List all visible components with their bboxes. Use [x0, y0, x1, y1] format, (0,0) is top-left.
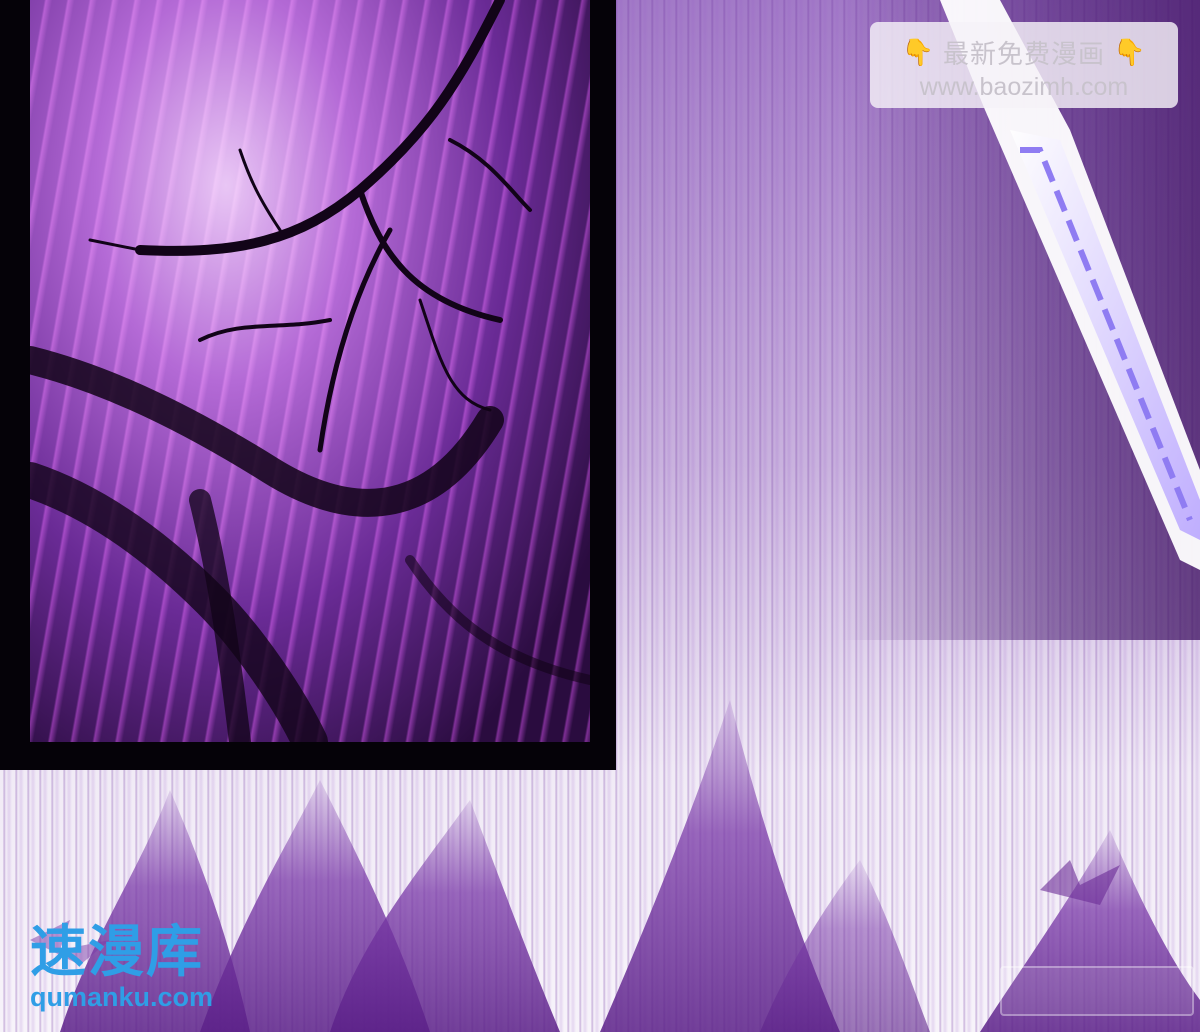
pointing-down-hand-icon: 👇: [901, 37, 935, 68]
pointing-down-hand-icon: 👇: [1113, 37, 1147, 68]
comic-panel-forest-scene: [30, 0, 590, 742]
dead-tree-branches-illustration: [30, 0, 590, 742]
watermark-bottom-logo: 速漫库 qumanku.com: [30, 922, 270, 1022]
faint-stamp-watermark: [1000, 966, 1194, 1016]
comic-page: 👇 最新免费漫画 👇 www.baozimh.com 速漫库 qumanku.c…: [0, 0, 1200, 1032]
watermark-top-banner: 👇 最新免费漫画 👇 www.baozimh.com: [870, 22, 1178, 108]
watermark-top-url: www.baozimh.com: [919, 73, 1129, 101]
watermark-bottom-url: qumanku.com: [30, 982, 214, 1012]
watermark-top-text: 最新免费漫画: [942, 40, 1105, 70]
watermark-bottom-title: 速漫库: [30, 920, 204, 985]
comic-panel-frame: [0, 0, 616, 770]
